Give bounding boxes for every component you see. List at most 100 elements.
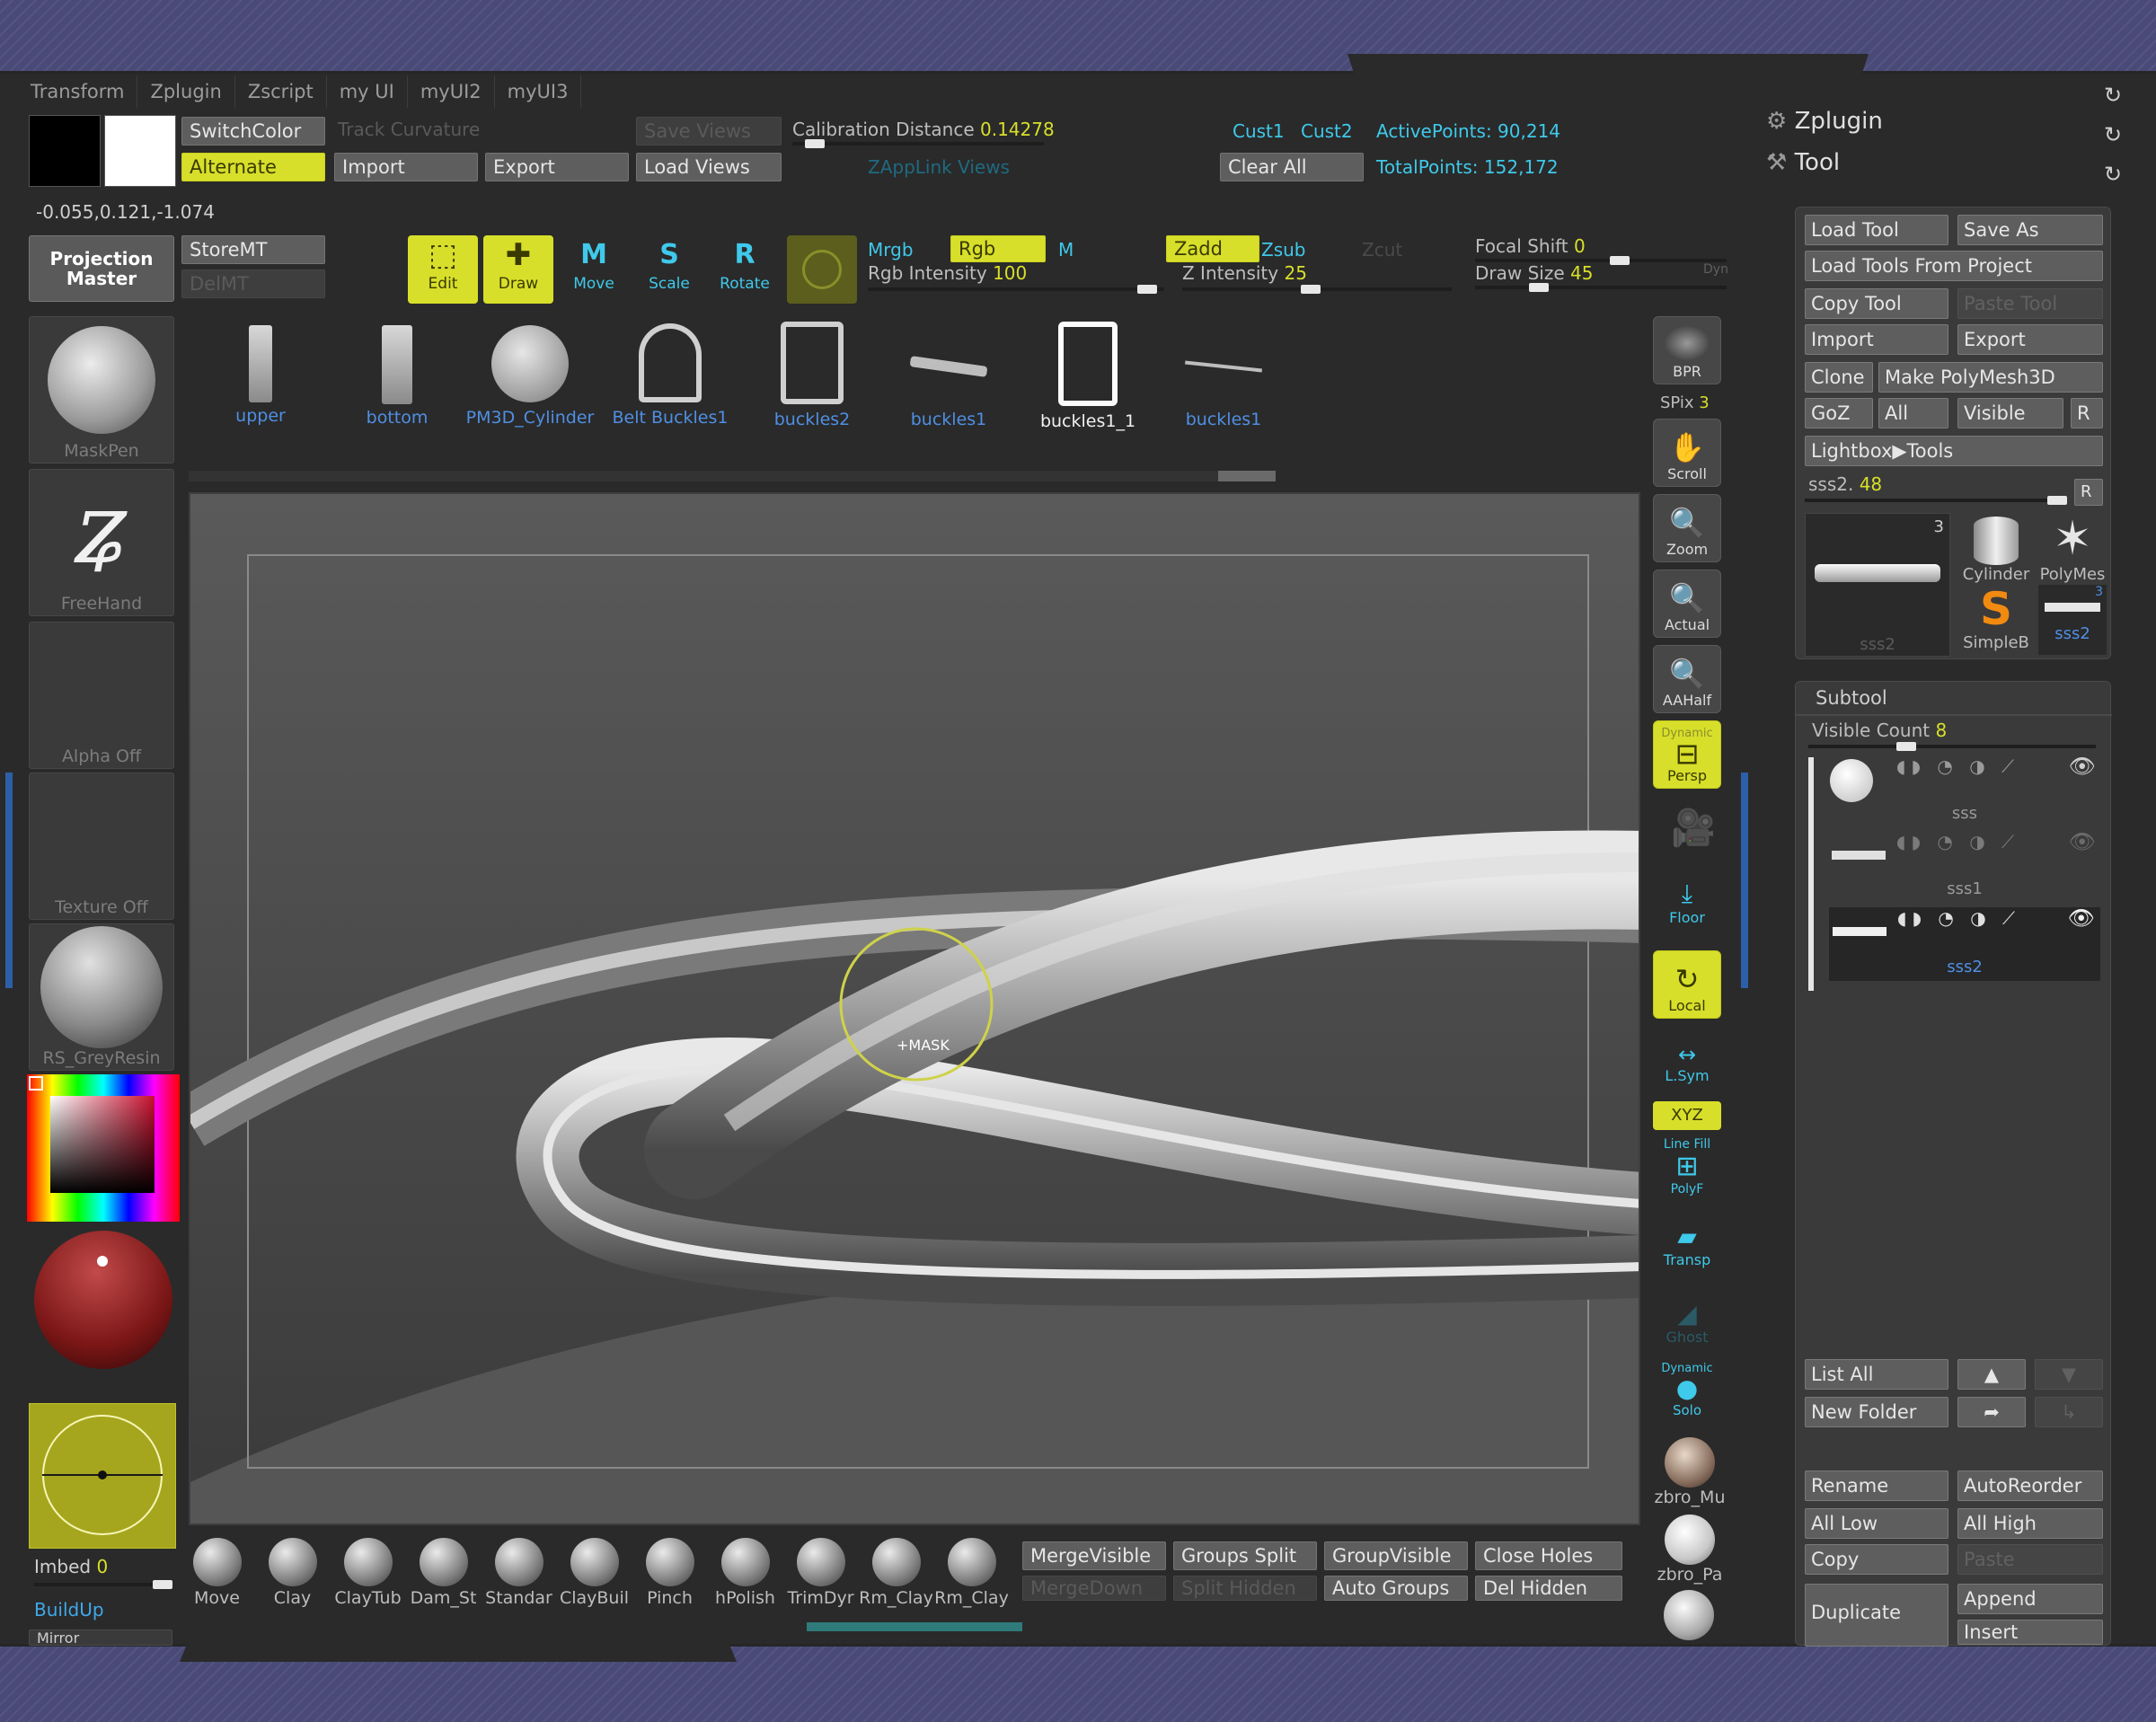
tool-buckles1-b[interactable]: buckles1 <box>1161 316 1286 429</box>
menu-zplugin[interactable]: Zplugin <box>137 75 235 108</box>
clear-all-button[interactable]: Clear All <box>1220 153 1364 181</box>
main-color-swatch[interactable] <box>104 115 176 187</box>
sss2-tool[interactable]: 3 sss2 <box>2038 585 2107 655</box>
subtool-sss2-eye-icon[interactable]: 👁 <box>2068 905 2095 931</box>
subtool-row[interactable]: ◖◗ ◔ ◑ ⟋ 👁 sss1 <box>1828 829 2101 903</box>
tool-slider[interactable] <box>1805 496 2067 505</box>
append-button[interactable]: Append <box>1957 1584 2103 1614</box>
brush-rm-clay-1[interactable]: Rm_Clay <box>859 1538 933 1608</box>
aahalf-button[interactable]: 🔍 AAHalf <box>1653 645 1721 713</box>
rgb-button[interactable]: Rgb <box>950 235 1046 262</box>
current-tool-slider[interactable]: sss2. 48 <box>1808 473 1882 495</box>
copy-subtool-button[interactable]: Copy <box>1805 1544 1948 1575</box>
list-all-button[interactable]: List All <box>1805 1359 1948 1390</box>
brush-rm-clay-2[interactable]: Rm_Clay <box>934 1538 1009 1608</box>
rgb-intensity[interactable]: Rgb Intensity 100 <box>868 262 1027 284</box>
material-selector[interactable]: RS_GreyResin <box>29 923 174 1071</box>
subtool-sss2-toggles[interactable]: ◖◗ ◔ ◑ ⟋ <box>1897 907 2020 929</box>
subtool-row[interactable]: ◖◗ ◔ ◑ ⟋ 👁 sss <box>1828 754 2101 827</box>
projection-master-button[interactable]: Projection Master <box>29 235 174 302</box>
tool-buckles1[interactable]: buckles1 <box>886 316 1012 429</box>
del-mt-button[interactable]: DelMT <box>181 269 325 298</box>
polyf-button[interactable]: Line Fill ⊞ PolyF <box>1653 1137 1721 1197</box>
color-picker-handle[interactable] <box>29 1076 43 1091</box>
tool-bottom[interactable]: bottom <box>343 316 451 428</box>
tool-buckles2[interactable]: buckles2 <box>749 316 875 429</box>
camera-icon[interactable]: 🎥 <box>1671 807 1716 849</box>
save-views-button[interactable]: Save Views <box>636 117 782 146</box>
secondary-color-swatch[interactable] <box>29 115 101 187</box>
move-down-button[interactable]: ▼ <box>2035 1359 2103 1390</box>
store-mt-button[interactable]: StoreMT <box>181 235 325 264</box>
zadd-button[interactable]: Zadd <box>1166 235 1259 262</box>
spix-slider[interactable]: SPix 3 <box>1660 393 1710 412</box>
paste-tool-button[interactable]: Paste Tool <box>1957 288 2103 319</box>
tool-export-button[interactable]: Export <box>1957 324 2103 355</box>
focal-shift[interactable]: Focal Shift 0 <box>1475 235 1586 257</box>
edit-mode-button[interactable]: ⬚ Edit <box>408 235 478 304</box>
left-tray-handle[interactable] <box>5 773 13 988</box>
draw-size[interactable]: Draw Size 45 <box>1475 262 1593 284</box>
close-holes-button[interactable]: Close Holes <box>1475 1541 1622 1570</box>
duplicate-button[interactable]: Duplicate <box>1805 1584 1948 1647</box>
tool-r-button[interactable]: R <box>2074 479 2103 506</box>
floor-button[interactable]: ⤓ Floor <box>1653 879 1721 926</box>
imbed-track[interactable] <box>34 1580 172 1589</box>
xyz-button[interactable]: XYZ <box>1653 1101 1721 1130</box>
lsym-button[interactable]: ↔ L.Sym <box>1653 1042 1721 1084</box>
alpha-selector[interactable]: Alpha Off <box>29 622 174 769</box>
subtool-row-selected[interactable]: ◖◗ ◔ ◑ ⟋ 👁 sss2 <box>1828 905 2101 982</box>
copy-tool-button[interactable]: Copy Tool <box>1805 288 1948 319</box>
actual-button[interactable]: 🔍 Actual <box>1653 570 1721 638</box>
scroll-button[interactable]: ✋ Scroll <box>1653 419 1721 487</box>
draw-mode-button[interactable]: ✚ Draw <box>483 235 553 304</box>
brush-pinch[interactable]: Pinch <box>645 1538 694 1608</box>
subtool-sss1-eye-icon[interactable]: 👁 <box>2069 829 2096 854</box>
auto-reorder-button[interactable]: AutoReorder <box>1957 1470 2103 1501</box>
menu-my-ui[interactable]: my UI <box>327 75 408 108</box>
color-picker[interactable] <box>27 1074 180 1222</box>
merge-down-button[interactable]: MergeDown <box>1022 1576 1166 1601</box>
cust2-button[interactable]: Cust2 <box>1301 120 1353 142</box>
menu-my-ui2[interactable]: myUI2 <box>408 75 495 108</box>
goz-r-button[interactable]: R <box>2071 398 2103 428</box>
brush-claytub[interactable]: ClayTub <box>334 1538 402 1608</box>
dynamic-size-button[interactable]: Dyn <box>1703 262 1728 277</box>
tool-import-button[interactable]: Import <box>1805 324 1948 355</box>
light-position-dot[interactable] <box>97 1256 108 1267</box>
tool-upper[interactable]: upper <box>207 316 314 426</box>
current-tool-thumb[interactable]: 3 sss2 <box>1805 513 1950 657</box>
auto-groups-button[interactable]: Auto Groups <box>1324 1576 1468 1601</box>
all-high-button[interactable]: All High <box>1957 1508 2103 1539</box>
viewport-canvas[interactable]: +MASK <box>189 492 1640 1525</box>
alternate-button[interactable]: Alternate <box>181 153 325 181</box>
imbed-slider[interactable]: Imbed 0 <box>34 1556 108 1577</box>
polymesh-tool[interactable]: ✶ PolyMes <box>2035 513 2110 584</box>
draw-size-slider[interactable] <box>1475 283 1727 292</box>
all-low-button[interactable]: All Low <box>1805 1508 1948 1539</box>
rgb-intensity-slider[interactable] <box>868 285 1164 294</box>
subtool-sss-eye-icon[interactable]: 👁 <box>2069 754 2096 779</box>
brush-standard[interactable]: Standar <box>485 1538 552 1608</box>
brush-hpolish[interactable]: hPolish <box>715 1538 775 1608</box>
color-picker-square[interactable] <box>50 1096 155 1193</box>
zcut-button[interactable]: Zcut <box>1362 239 1402 261</box>
goz-visible-button[interactable]: Visible <box>1957 398 2063 428</box>
subtool-sss1-toggles[interactable]: ◖◗ ◔ ◑ ⟋ <box>1896 831 2019 852</box>
persp-button[interactable]: Dynamic ⊟ Persp <box>1653 720 1721 789</box>
tool-strip-scrollbar[interactable] <box>189 471 1276 481</box>
menu-transform[interactable]: Transform <box>18 75 138 108</box>
brush-trimdynamic[interactable]: TrimDyr <box>787 1538 854 1608</box>
subtool-scrollbar[interactable] <box>1808 757 1814 991</box>
sculptris-pro-button[interactable] <box>787 235 857 304</box>
zapplink-views-button[interactable]: ZAppLink Views <box>868 156 1010 178</box>
del-hidden-button[interactable]: Del Hidden <box>1475 1576 1622 1601</box>
zoom-button[interactable]: 🔍 Zoom <box>1653 494 1721 562</box>
ghost-button[interactable]: ◢ Ghost <box>1653 1299 1721 1346</box>
merge-visible-button[interactable]: MergeVisible <box>1022 1541 1166 1570</box>
save-as-button[interactable]: Save As <box>1957 215 2103 245</box>
zplugin-refresh-icon[interactable]: ↻ <box>2104 122 2122 147</box>
material-zbro-mu[interactable]: zbro_Mu <box>1653 1437 1727 1507</box>
tool-strip-scroll-thumb[interactable] <box>1218 471 1276 481</box>
group-visible-button[interactable]: GroupVisible <box>1324 1541 1468 1570</box>
